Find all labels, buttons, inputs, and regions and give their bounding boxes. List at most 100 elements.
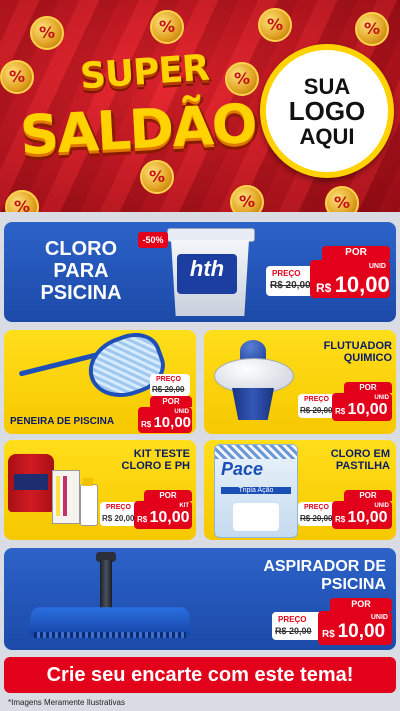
product-brand: hth (189, 256, 225, 281)
new-price: UNID R$ 10,00 (138, 407, 192, 433)
currency: R$ (322, 629, 335, 640)
new-price-value: R$ 10,00 (137, 509, 190, 527)
name-line: PSICINA (321, 575, 386, 593)
product-name: KIT TESTE CLORO E PH (100, 448, 190, 472)
old-price: PREÇO R$ 20,00 (272, 612, 322, 640)
percent-coin-icon: % (325, 186, 359, 212)
percent-coin-icon: % (230, 185, 264, 212)
old-price-value: R$ 20,00 (275, 626, 312, 636)
product-card-peneira[interactable]: PENEIRA DE PISCINA PREÇO R$ 20,00 POR UN… (4, 330, 196, 434)
logo-line-1: SUA (303, 73, 351, 99)
chemical-floater-image (210, 340, 296, 426)
name-line: CLORO (44, 238, 118, 260)
logo-line-2: LOGO (288, 95, 366, 126)
product-card-flutuador[interactable]: FLUTUADOR QUIMICO POR PREÇO R$ 20,00 UNI… (204, 330, 396, 434)
logo-placeholder[interactable]: SUA LOGO AQUI (260, 44, 394, 178)
price-block: POR PREÇO R$ 20,00 KIT R$ 10,00 (100, 490, 192, 536)
price-block: POR PREÇO R$ 20,00 UNID R$ 10,00 (272, 598, 392, 646)
price-block: POR PREÇO R$ 20,00 UNID R$ 10,00 (298, 490, 392, 536)
old-price-label: PREÇO (156, 376, 181, 383)
test-kit-image (8, 454, 104, 534)
currency: R$ (335, 407, 346, 416)
currency: R$ (141, 420, 152, 429)
hero-banner: % % % % % % % % % % SUPER SALDÃO SUA LOG… (0, 0, 400, 212)
name-line: CLORO EM (330, 448, 390, 460)
name-line: PASTILHA (335, 460, 390, 473)
currency: R$ (137, 515, 148, 524)
percent-coin-icon: % (258, 8, 292, 42)
price-number: 10,00 (334, 272, 390, 297)
por-label: POR (150, 396, 192, 407)
old-price: PREÇO R$ 20,00 (266, 266, 316, 296)
price-block: POR PREÇO R$ 20,00 UNID R$ 10,00 (298, 382, 392, 430)
unit-label: UNID (368, 263, 386, 270)
new-price-value: R$ 10,00 (141, 414, 191, 431)
product-card-cloro-psicina[interactable]: CLORO PARA PSICINA hth POR PREÇO R$ 20,0… (4, 222, 396, 322)
price-block: PREÇO R$ 20,00 POR UNID R$ 10,00 (114, 370, 192, 433)
old-price-value: R$ 20,00 (270, 280, 311, 291)
por-label: POR (144, 490, 192, 501)
old-price-label: PREÇO (304, 504, 329, 511)
product-card-cloro-pastilha[interactable]: Pace Tripla Ação CLORO EM PASTILHA POR P… (204, 440, 396, 540)
por-label: POR (322, 246, 390, 260)
pool-vacuum-head-image (26, 550, 196, 648)
por-label: POR (344, 490, 392, 501)
new-price-value: R$ 10,00 (335, 509, 388, 527)
chlorine-bucket-image: hth (167, 228, 255, 318)
title-saldao: SALDÃO (18, 91, 258, 168)
price-number: 10,00 (337, 621, 386, 642)
title-super: SUPER (78, 47, 211, 98)
percent-coin-icon: % (5, 190, 39, 212)
new-price: UNID R$ 10,00 (332, 393, 392, 421)
old-price-label: PREÇO (278, 615, 307, 624)
disclaimer: *Imagens Meramente Ilustrativas (8, 698, 125, 707)
product-card-aspirador[interactable]: ASPIRADOR DE PSICINA POR PREÇO R$ 20,00 … (4, 548, 396, 650)
new-price: UNID R$ 10,00 (310, 260, 390, 298)
percent-coin-icon: % (150, 10, 184, 44)
create-flyer-button[interactable]: Crie seu encarte com este tema! (4, 657, 396, 693)
old-price-value: R$ 20,00 (300, 406, 333, 415)
super-saldao-title: SUPER SALDÃO (19, 48, 258, 168)
logo-line-3: AQUI (299, 123, 355, 149)
price-number: 10,00 (347, 509, 388, 526)
discount-badge: -50% (138, 232, 168, 248)
product-sub: Tripla Ação (221, 487, 291, 494)
name-line: PSICINA (40, 282, 122, 304)
price-number: 10,00 (153, 414, 192, 431)
new-price: KIT R$ 10,00 (134, 501, 192, 529)
name-line: FLUTUADOR (323, 340, 392, 352)
name-line: QUIMICO (343, 352, 392, 365)
price-number: 10,00 (149, 509, 190, 526)
product-name: ASPIRADOR DE PSICINA (214, 558, 386, 593)
currency: R$ (316, 281, 332, 295)
old-price-label: PREÇO (304, 396, 329, 403)
price-block: POR PREÇO R$ 20,00 UNID R$ 10,00 (266, 246, 390, 310)
unit-label: UNID (370, 614, 388, 621)
new-price: UNID R$ 10,00 (318, 611, 392, 645)
percent-coin-icon: % (30, 16, 64, 50)
product-name: CLORO EM PASTILHA (300, 448, 390, 472)
product-name: CLORO PARA PSICINA (26, 238, 136, 304)
percent-coin-icon: % (140, 160, 174, 194)
old-price-value: R$ 20,00 (102, 514, 135, 523)
name-line: ASPIRADOR DE (263, 558, 386, 575)
product-card-kit-teste[interactable]: KIT TESTE CLORO E PH POR PREÇO R$ 20,00 … (4, 440, 196, 540)
name-line: KIT TESTE (133, 448, 190, 460)
new-price-value: R$ 10,00 (335, 401, 388, 419)
por-label: POR (330, 598, 392, 611)
currency: R$ (335, 515, 346, 524)
name-line: PARA (53, 260, 109, 282)
new-price-value: R$ 10,00 (316, 272, 390, 298)
old-price-value: R$ 20,00 (152, 385, 185, 394)
old-price: PREÇO R$ 20,00 (150, 374, 190, 396)
new-price: UNID R$ 10,00 (332, 501, 392, 529)
old-price-value: R$ 20,00 (300, 514, 333, 523)
product-name: PENEIRA DE PISCINA (10, 416, 115, 427)
new-price-value: R$ 10,00 (322, 621, 385, 643)
price-number: 10,00 (347, 401, 388, 418)
product-brand: Pace (221, 459, 264, 479)
old-price-label: PREÇO (272, 269, 301, 278)
por-label: POR (344, 382, 392, 393)
chlorine-tablets-pack-image: Pace Tripla Ação (214, 444, 298, 538)
name-line: CLORO E PH (121, 460, 190, 473)
